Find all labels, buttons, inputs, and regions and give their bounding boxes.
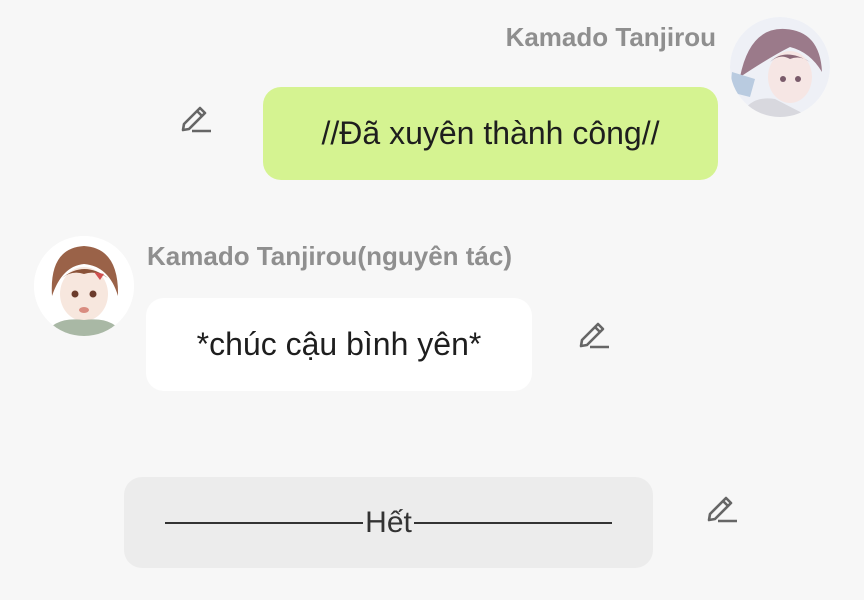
message-text-2: *chúc cậu bình yên*: [196, 326, 482, 362]
end-marker-box[interactable]: Hết: [124, 477, 653, 568]
message-bubble-1[interactable]: //Đã xuyên thành công//: [263, 87, 718, 180]
sender-name-1: Kamado Tanjirou: [505, 22, 716, 52]
avatar-right[interactable]: [730, 17, 830, 117]
divider-line-left: [165, 521, 364, 524]
edit-icon[interactable]: [178, 100, 212, 134]
message-bubble-2[interactable]: *chúc cậu bình yên*: [146, 298, 532, 391]
edit-icon[interactable]: [704, 490, 738, 524]
end-marker-text: Hết: [365, 505, 412, 539]
avatar-right-image: [730, 17, 830, 117]
avatar-left-image: [34, 236, 134, 336]
edit-icon[interactable]: [576, 316, 610, 350]
sender-name-2: Kamado Tanjirou(nguyên tác): [147, 241, 512, 271]
divider-line-right: [413, 521, 612, 524]
avatar-left[interactable]: [34, 236, 134, 336]
message-text-1: //Đã xuyên thành công//: [321, 115, 660, 151]
